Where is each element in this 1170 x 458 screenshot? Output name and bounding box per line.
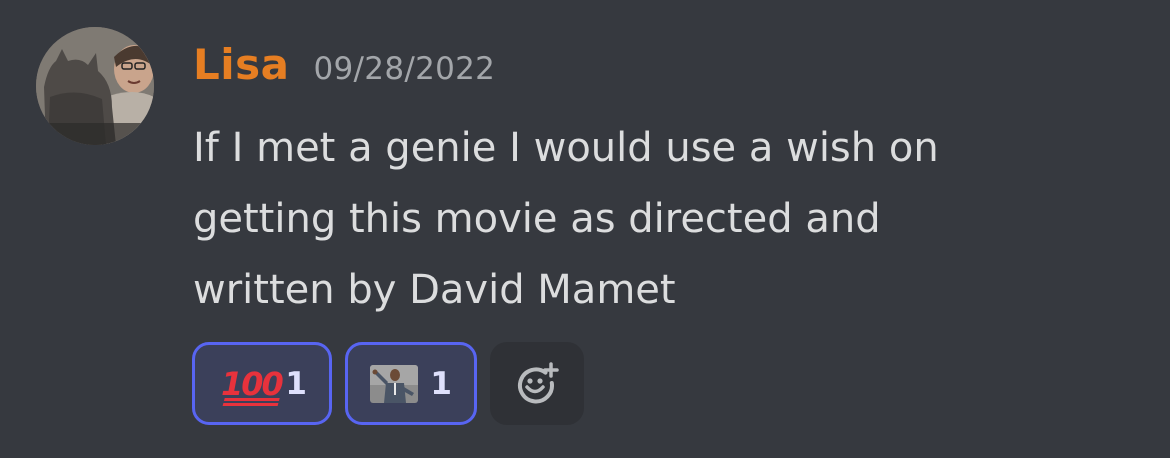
add-reaction-button[interactable] xyxy=(490,342,584,425)
reaction-count: 1 xyxy=(430,365,452,402)
avatar-image xyxy=(36,27,154,145)
message-header: Lisa 09/28/2022 xyxy=(193,40,495,100)
message-line: getting this movie as directed and xyxy=(193,196,881,242)
custom-emoji-man-pointing-icon xyxy=(370,364,418,403)
hundred-points-icon: 100 xyxy=(221,364,284,403)
reaction-custom-emoji[interactable]: 1 xyxy=(345,342,477,425)
add-reaction-smiley-plus-icon xyxy=(518,361,559,403)
author-name[interactable]: Lisa xyxy=(193,40,290,89)
message-line: written by David Mamet xyxy=(193,267,676,313)
message-timestamp[interactable]: 09/28/2022 xyxy=(314,51,496,87)
reaction-hundred[interactable]: 100 1 xyxy=(192,342,332,425)
author-avatar[interactable] xyxy=(36,27,154,145)
message-content: If I met a genie I would use a wish on g… xyxy=(193,113,1123,326)
message-line: If I met a genie I would use a wish on xyxy=(193,125,939,171)
chat-message: Lisa 09/28/2022 If I met a genie I would… xyxy=(0,0,1170,458)
reaction-count: 1 xyxy=(285,365,307,402)
reactions-bar: 100 1 1 xyxy=(192,342,584,425)
